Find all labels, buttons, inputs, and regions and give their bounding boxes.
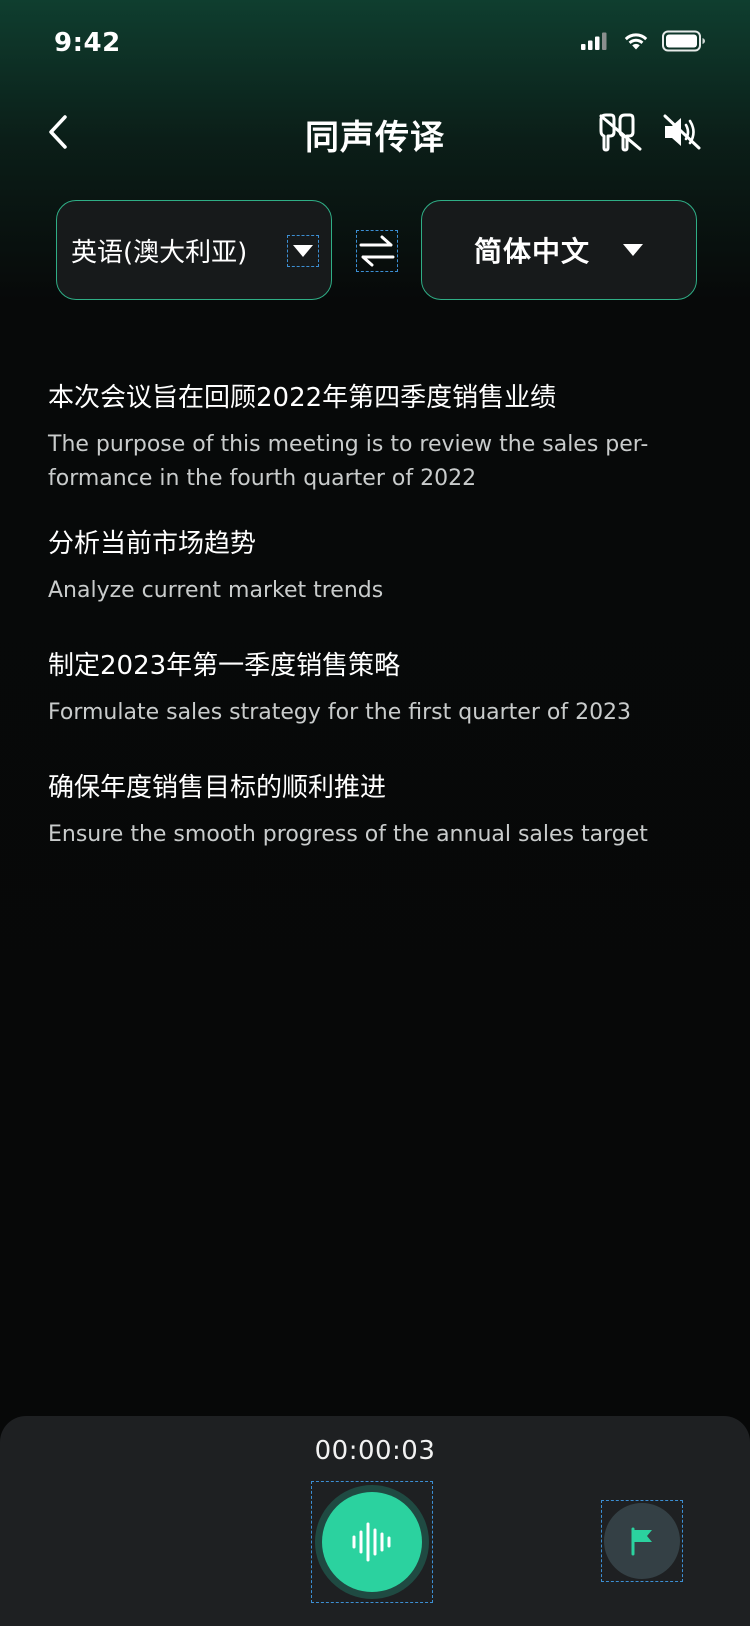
source-text: 本次会议旨在回顾2022年第四季度销售业绩 (48, 383, 557, 413)
status-time: 9:42 (54, 28, 121, 58)
recording-timer: 00:00:03 (314, 1436, 436, 1466)
record-button[interactable] (311, 1481, 433, 1603)
caret-down-icon (293, 245, 313, 257)
earphone-off-icon (599, 113, 642, 152)
translated-text: Formulate sales strategy for the first q… (48, 700, 632, 725)
transcript-item: 确保年度销售目标的顺利推进 Ensure the smooth progress… (48, 768, 708, 852)
swap-arrows-icon (359, 235, 395, 267)
target-language-dropdown-caret[interactable] (622, 243, 644, 257)
target-language-label: 简体中文 (473, 235, 590, 268)
source-language-select[interactable]: 英语(澳大利亚) (56, 200, 332, 300)
transcript-list: 本次会议旨在回顾2022年第四季度销售业绩 The purpose of thi… (48, 378, 708, 852)
status-bar: 9:42 (0, 0, 750, 88)
status-icons (580, 30, 706, 52)
speaker-mute-icon (663, 114, 701, 150)
translated-text: Ensure the smooth progress of the annual… (48, 822, 648, 847)
source-text: 制定2023年第一季度销售策略 (48, 651, 401, 681)
target-language-select[interactable]: 简体中文 (421, 200, 697, 300)
source-language-dropdown-button[interactable] (287, 235, 319, 267)
source-text: 分析当前市场趋势 (48, 529, 257, 559)
record-button-core (322, 1492, 422, 1592)
language-bar: 英语(澳大利亚) 简体中文 (56, 200, 697, 300)
transcript-item: 制定2023年第一季度销售策略 Formulate sales strategy… (48, 646, 708, 768)
bottom-control-panel: 00:00:03 (0, 1416, 750, 1626)
voice-wave-icon (352, 1522, 391, 1562)
wifi-icon (624, 33, 648, 50)
speaker-mute-button[interactable] (658, 110, 706, 154)
flag-button[interactable] (601, 1500, 683, 1582)
transcript-item: 本次会议旨在回顾2022年第四季度销售业绩 The purpose of thi… (48, 378, 708, 524)
battery-icon (662, 30, 705, 52)
source-text: 确保年度销售目标的顺利推进 (48, 773, 387, 803)
nav-bar: 同声传译 (0, 96, 750, 168)
transcript-item: 分析当前市场趋势 Analyze current market trends (48, 524, 708, 646)
swap-languages-button[interactable] (356, 230, 398, 272)
translated-text: The purpose of this meeting is to review… (48, 432, 649, 491)
signal-icon (581, 32, 607, 50)
earphone-toggle-button[interactable] (596, 110, 644, 154)
caret-down-icon (623, 244, 643, 256)
nav-actions (596, 110, 706, 154)
source-language-label: 英语(澳大利亚) (71, 237, 248, 268)
flag-button-circle (604, 1503, 680, 1579)
record-button-ring (315, 1485, 429, 1599)
flag-icon (631, 1527, 652, 1556)
translated-text: Analyze current market trends (48, 578, 384, 603)
